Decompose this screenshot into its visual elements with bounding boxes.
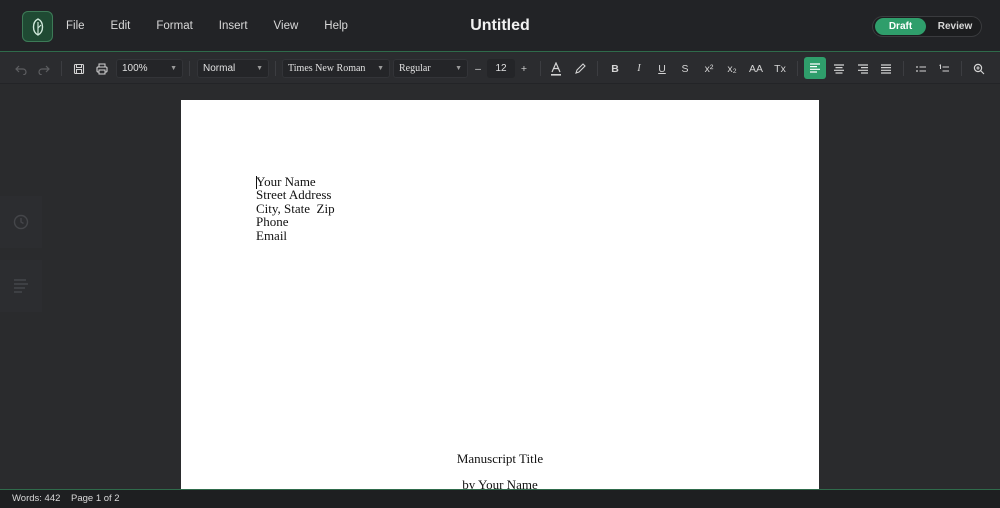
superscript-button[interactable]: x² (698, 53, 720, 84)
toolbar-divider (189, 61, 190, 76)
bulleted-list-icon (916, 65, 926, 72)
decrease-font-size-button[interactable]: – (468, 53, 488, 84)
align-center-icon (834, 63, 844, 74)
chevron-down-icon: ▼ (256, 65, 263, 72)
font-family-select[interactable]: Times New Roman ▼ (282, 59, 390, 78)
mode-toggle: Draft Review (872, 16, 982, 37)
font-size-input[interactable]: 12 (487, 59, 515, 78)
menu-format[interactable]: Format (156, 20, 192, 32)
align-right-icon (858, 63, 868, 74)
draft-mode-button[interactable]: Draft (875, 18, 926, 35)
menu-edit[interactable]: Edit (111, 20, 131, 32)
address-line-email: Email (256, 227, 288, 243)
justify-button[interactable] (875, 53, 897, 84)
chevron-down-icon: ▼ (170, 65, 177, 72)
chevron-down-icon: ▼ (377, 64, 384, 72)
font-weight-value: Regular (399, 63, 431, 74)
align-left-button[interactable] (804, 57, 826, 79)
redo-button[interactable] (33, 53, 55, 84)
highlight-button[interactable] (569, 53, 591, 84)
zoom-select[interactable]: 100% ▼ (116, 59, 183, 78)
address-line-name: Your Name (256, 174, 316, 189)
review-mode-button[interactable]: Review (930, 18, 980, 35)
paragraph-style-value: Normal (203, 63, 236, 74)
menu-view[interactable]: View (274, 20, 299, 32)
toolbar-divider (597, 61, 598, 76)
font-weight-select[interactable]: Regular ▼ (393, 59, 468, 78)
status-bar: Words: 442 Page 1 of 2 (0, 489, 1000, 508)
zoom-button[interactable] (968, 53, 990, 84)
underline-button[interactable]: U (651, 53, 673, 84)
toolbar-divider (540, 61, 541, 76)
redo-icon (38, 65, 50, 75)
paragraph-style-select[interactable]: Normal ▼ (197, 59, 269, 78)
toolbar-divider (961, 61, 962, 76)
save-icon (73, 63, 85, 74)
chevron-down-icon: ▼ (455, 64, 462, 72)
align-center-button[interactable] (828, 53, 850, 84)
toolbar-divider (275, 61, 276, 76)
title-bar: File Edit Format Insert View Help Untitl… (0, 0, 1000, 52)
app-logo[interactable] (22, 11, 53, 42)
zoom-value: 100% (122, 63, 148, 74)
text-color-button[interactable] (545, 53, 567, 84)
word-count: Words: 442 (12, 493, 61, 504)
manuscript-title[interactable]: Manuscript Title (181, 451, 819, 467)
printer-icon (96, 63, 108, 74)
bold-button[interactable]: B (604, 53, 626, 84)
toolbar-divider (903, 61, 904, 76)
numbered-list-button[interactable] (933, 53, 955, 84)
manuscript-byline[interactable]: by Your Name (181, 477, 819, 489)
outline-panel-button[interactable] (0, 260, 42, 312)
print-button[interactable] (91, 53, 113, 84)
strikethrough-button[interactable]: S (674, 53, 696, 84)
undo-button[interactable] (10, 53, 32, 84)
clock-icon (13, 214, 29, 230)
bulleted-list-button[interactable] (910, 53, 932, 84)
menu-insert[interactable]: Insert (219, 20, 248, 32)
undo-icon (15, 65, 27, 75)
formatting-toolbar: 100% ▼ Normal ▼ Times New Roman ▼ Regula… (0, 53, 1000, 84)
leaf-icon (32, 17, 43, 36)
toolbar-divider (61, 61, 62, 76)
menu-help[interactable]: Help (324, 20, 348, 32)
toolbar-divider (797, 61, 798, 76)
text-color-icon (551, 61, 561, 76)
subscript-button[interactable]: x₂ (721, 53, 743, 84)
font-family-value: Times New Roman (288, 63, 366, 74)
page-indicator: Page 1 of 2 (71, 493, 120, 504)
increase-font-size-button[interactable]: + (514, 53, 534, 84)
address-line-phone: Phone (256, 214, 289, 230)
save-button[interactable] (68, 53, 90, 84)
clear-formatting-button[interactable]: Tx (769, 53, 791, 84)
outline-icon (14, 279, 28, 293)
highlighter-icon (575, 62, 586, 74)
address-line-street: Street Address (256, 187, 332, 203)
menu-bar: File Edit Format Insert View Help (66, 0, 374, 52)
author-address-block[interactable]: Your Name Street Address City, State Zip… (256, 175, 335, 242)
change-case-button[interactable]: AA (744, 53, 768, 84)
align-left-icon (810, 63, 820, 73)
document-page[interactable]: Your Name Street Address City, State Zip… (181, 100, 819, 489)
history-panel-button[interactable] (0, 196, 42, 248)
zoom-in-icon (973, 63, 985, 74)
align-right-button[interactable] (852, 53, 874, 84)
menu-file[interactable]: File (66, 20, 85, 32)
justify-icon (881, 63, 891, 74)
numbered-list-icon (939, 63, 949, 72)
italic-button[interactable]: I (628, 53, 650, 84)
address-line-city: City, State Zip (256, 200, 335, 216)
